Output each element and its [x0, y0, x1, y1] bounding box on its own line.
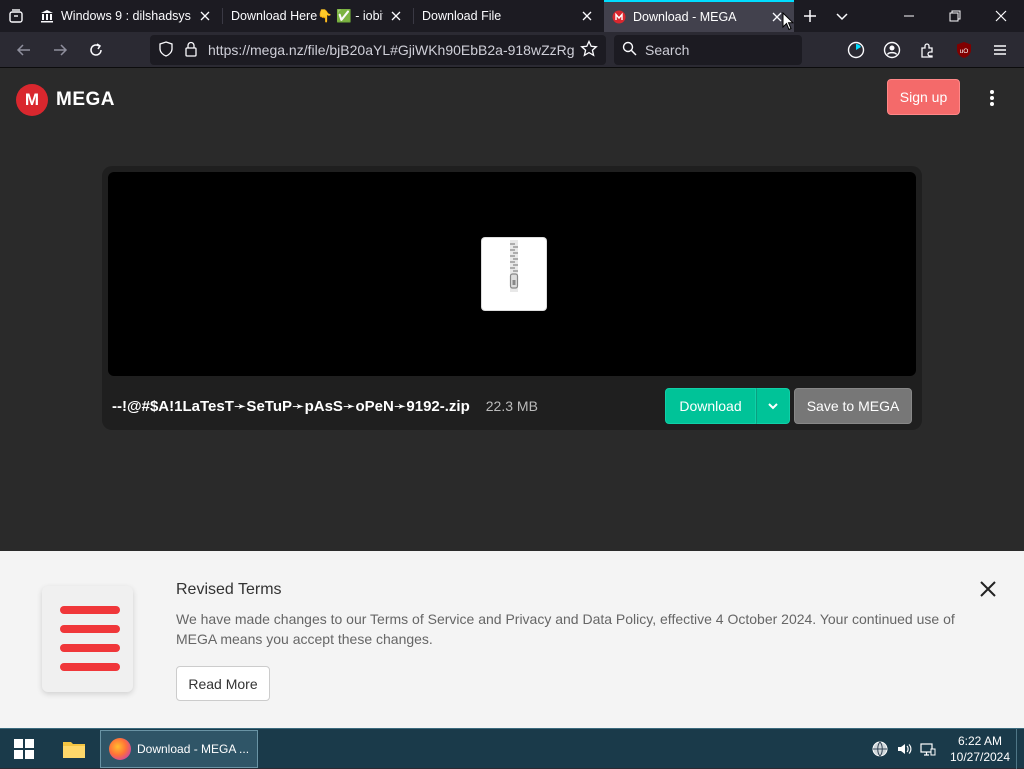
lock-icon[interactable]: [184, 41, 198, 60]
tab-download-here[interactable]: Download Here👇 ✅ - iobitk: [223, 0, 413, 32]
sync-status-icon[interactable]: [838, 34, 874, 66]
tab-download-file[interactable]: Download File: [414, 0, 604, 32]
illustration-line: [60, 625, 120, 633]
clock-date: 10/27/2024: [949, 749, 1011, 764]
file-name: --!@#$A!1LaTesT➛SeTuP➛pAsS➛oPeN➛9192-.zi…: [112, 398, 470, 415]
close-icon[interactable]: [387, 7, 405, 25]
system-clock[interactable]: 6:22 AM 10/27/2024: [944, 733, 1016, 765]
illustration-line: [60, 644, 120, 652]
taskbar-app-label: Download - MEGA ...: [137, 741, 250, 756]
volume-icon[interactable]: [892, 729, 916, 769]
back-icon[interactable]: [6, 34, 42, 66]
close-icon[interactable]: [976, 577, 1000, 601]
navigation-toolbar: https://mega.nz/file/bjB20aYL#GjiWKh90Eb…: [0, 32, 1024, 68]
zip-file-icon: [482, 238, 546, 310]
document-illustration-icon: [42, 586, 133, 692]
mega-logo-mark: M: [16, 84, 48, 116]
ublock-icon[interactable]: uO: [946, 34, 982, 66]
illustration-line: [60, 663, 120, 671]
extensions-icon[interactable]: [910, 34, 946, 66]
url-bar[interactable]: https://mega.nz/file/bjB20aYL#GjiWKh90Eb…: [150, 35, 606, 65]
more-options-icon[interactable]: [982, 86, 1002, 110]
file-info-row: --!@#$A!1LaTesT➛SeTuP➛pAsS➛oPeN➛9192-.zi…: [102, 382, 922, 430]
download-button[interactable]: Download: [665, 388, 756, 424]
mega-icon: [612, 10, 626, 24]
windows-taskbar: Download - MEGA ... 6:22 AM 10/27/2024: [0, 728, 1024, 769]
show-desktop-button[interactable]: [1016, 728, 1024, 769]
save-to-mega-button[interactable]: Save to MEGA: [794, 388, 912, 424]
firefox-icon: [109, 737, 131, 760]
close-window-icon[interactable]: [978, 0, 1024, 32]
mega-logo-text: MEGA: [56, 89, 115, 110]
tab-title: Windows 9 : dilshadsys fr: [61, 9, 192, 23]
tab-title: Download - MEGA: [633, 10, 737, 24]
terms-title: Revised Terms: [176, 581, 282, 598]
chevron-down-icon[interactable]: [826, 0, 858, 32]
close-icon[interactable]: [196, 7, 214, 25]
archive-icon: [40, 9, 54, 23]
svg-text:uO: uO: [960, 48, 969, 55]
network-icon[interactable]: [916, 729, 940, 769]
signup-button[interactable]: Sign up: [887, 79, 960, 115]
read-more-button[interactable]: Read More: [176, 666, 270, 701]
account-icon[interactable]: [874, 34, 910, 66]
globe-icon[interactable]: [868, 729, 892, 769]
reload-icon[interactable]: [78, 34, 114, 66]
forward-icon[interactable]: [42, 34, 78, 66]
mega-page: M MEGA Sign up --!@#$A!1LaTesT➛SeTuP➛pAs…: [0, 68, 1024, 551]
system-tray: 6:22 AM 10/27/2024: [868, 728, 1024, 769]
search-placeholder: Search: [645, 42, 690, 58]
download-button-group: Download: [665, 388, 790, 424]
restore-icon[interactable]: [932, 0, 978, 32]
tab-title: Download Here👇 ✅ - iobitk: [231, 8, 383, 23]
url-text[interactable]: https://mega.nz/file/bjB20aYL#GjiWKh90Eb…: [208, 42, 580, 58]
chevron-down-icon[interactable]: [756, 388, 790, 424]
tab-download-mega[interactable]: Download - MEGA: [604, 0, 794, 32]
clock-time: 6:22 AM: [957, 733, 1003, 748]
search-icon: [622, 41, 637, 59]
file-card: --!@#$A!1LaTesT➛SeTuP➛pAsS➛oPeN➛9192-.zi…: [102, 166, 922, 430]
minimize-icon[interactable]: [886, 0, 932, 32]
shield-icon[interactable]: [158, 40, 174, 60]
tab-list-icon[interactable]: [0, 0, 32, 32]
tab-title: Download File: [422, 9, 502, 23]
windows-start-icon[interactable]: [0, 729, 48, 769]
taskbar-firefox-app[interactable]: Download - MEGA ...: [100, 729, 258, 768]
search-bar[interactable]: Search: [614, 35, 802, 65]
bookmark-star-icon[interactable]: [580, 39, 598, 61]
terms-body: We have made changes to our Terms of Ser…: [176, 611, 955, 647]
file-explorer-icon[interactable]: [48, 729, 100, 769]
illustration-line: [60, 606, 120, 614]
revised-terms-banner: Revised Terms We have made changes to ou…: [0, 551, 1024, 728]
mouse-cursor-icon: [782, 11, 795, 36]
file-size: 22.3 MB: [485, 398, 538, 414]
mega-logo[interactable]: M MEGA: [16, 84, 115, 116]
file-preview: [108, 172, 916, 376]
hamburger-menu-icon[interactable]: [982, 34, 1018, 66]
close-icon[interactable]: [578, 7, 596, 25]
new-tab-icon[interactable]: [794, 0, 826, 32]
tab-strip: Windows 9 : dilshadsys fr Download Here👇…: [0, 0, 1024, 32]
tab-windows9[interactable]: Windows 9 : dilshadsys fr: [32, 0, 222, 32]
